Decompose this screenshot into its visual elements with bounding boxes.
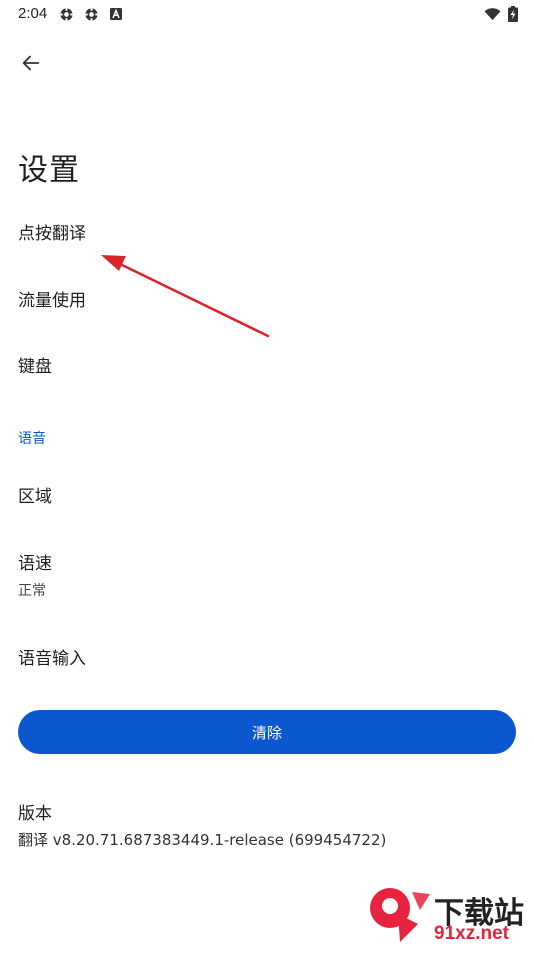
setting-speech-rate-value: 正常 [18, 583, 46, 599]
setting-tap-to-translate[interactable]: 点按翻译 [18, 219, 86, 244]
watermark-logo: 下载站 91xz.net [360, 884, 534, 950]
clear-button[interactable]: 清除 [18, 710, 516, 754]
battery-charging-icon [508, 6, 518, 22]
back-button[interactable] [14, 46, 48, 80]
watermark-emblem-icon [370, 888, 430, 942]
settings-gear-icon [84, 7, 99, 22]
settings-gear-icon [59, 7, 74, 22]
status-bar: 2:04 [0, 0, 534, 28]
version-label: 版本 [18, 804, 52, 824]
a-icon [110, 8, 122, 20]
page-title: 设置 [18, 153, 80, 188]
wifi-icon [484, 8, 501, 21]
section-header-voice: 语音 [18, 431, 46, 447]
arrow-left-icon [22, 55, 40, 71]
setting-region[interactable]: 区域 [18, 482, 52, 507]
status-time: 2:04 [18, 5, 48, 22]
watermark-url: 91xz.net [434, 923, 509, 944]
setting-data-usage[interactable]: 流量使用 [18, 286, 86, 311]
setting-voice-input[interactable]: 语音输入 [18, 644, 86, 669]
setting-keyboard[interactable]: 键盘 [18, 352, 52, 377]
setting-speech-rate-label: 语速 [18, 554, 52, 574]
version-value: 翻译 v8.20.71.687383449.1-release (6994547… [18, 831, 387, 849]
annotation-arrow [101, 255, 270, 338]
